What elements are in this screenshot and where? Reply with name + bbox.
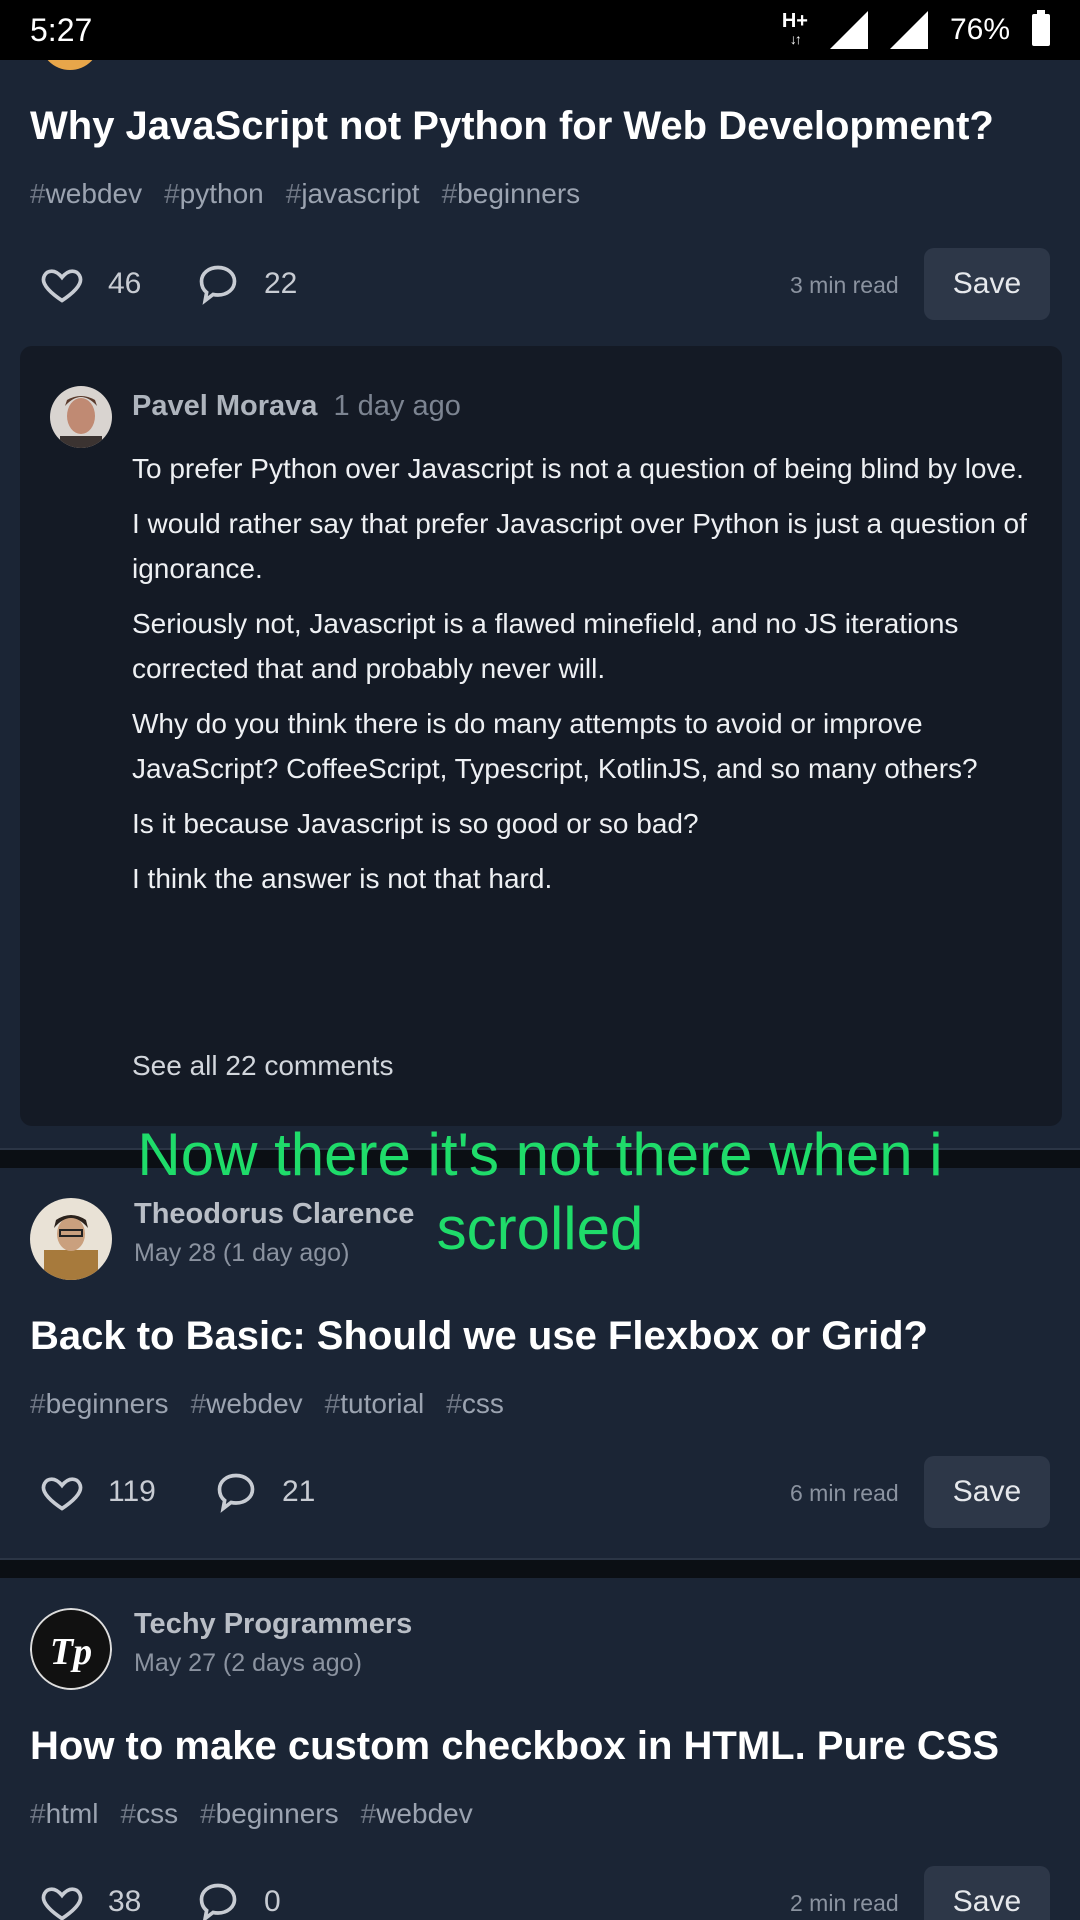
like-count: 38 <box>108 1885 142 1918</box>
comment-paragraph: To prefer Python over Javascript is not … <box>132 453 1024 484</box>
comment-paragraph: I would rather say that prefer Javascrip… <box>132 508 1027 584</box>
network-type-icon: H+ ↓↑ <box>781 10 808 47</box>
comment-preview[interactable]: Pavel Morava 1 day ago To prefer Python … <box>20 346 1062 1126</box>
avatar[interactable] <box>50 386 112 448</box>
post-date: May 27 (2 days ago) <box>134 1649 362 1677</box>
battery-icon <box>1032 10 1050 46</box>
signal-icon-2 <box>889 11 928 49</box>
comment-body: To prefer Python over Javascript is not … <box>132 446 1042 911</box>
tag-list: html css beginners webdev <box>30 1798 473 1830</box>
comment-date: 1 day ago <box>333 390 461 422</box>
comment-header: Pavel Morava 1 day ago <box>132 390 461 423</box>
read-time: 6 min read <box>790 1480 899 1506</box>
tag-link[interactable]: webdev <box>30 178 143 210</box>
status-icons: H+ ↓↑ 76% <box>781 10 1050 49</box>
post-title[interactable]: Back to Basic: Should we use Flexbox or … <box>30 1314 928 1359</box>
post-title[interactable]: Why JavaScript not Python for Web Develo… <box>30 104 994 149</box>
save-button[interactable]: Save <box>924 1866 1050 1920</box>
heart-icon <box>41 1477 83 1511</box>
comment-icon <box>217 1473 255 1513</box>
annotation-line-1: Now there it's not there when i <box>137 1121 943 1188</box>
read-time: 3 min read <box>790 272 899 298</box>
see-all-comments-link[interactable]: See all 22 comments <box>132 1050 393 1082</box>
comment-icon <box>199 265 237 305</box>
save-button[interactable]: Save <box>924 248 1050 320</box>
post-actions: 119 21 6 min read Save <box>0 1452 1080 1532</box>
post-actions: 46 22 3 min read Save <box>0 244 1080 324</box>
comment-paragraph: Seriously not, Javascript is a flawed mi… <box>132 608 959 684</box>
status-time: 5:27 <box>30 11 93 48</box>
divider <box>0 1558 1080 1578</box>
post-actions: 38 0 2 min read Save <box>0 1862 1080 1920</box>
post-author[interactable]: Tp Techy Programmers May 27 (2 days ago) <box>30 1608 412 1690</box>
svg-text:Tp: Tp <box>50 1631 92 1673</box>
like-button[interactable]: 38 <box>40 1880 141 1920</box>
comment-count: 0 <box>264 1885 281 1918</box>
like-button[interactable]: 119 <box>40 1470 156 1514</box>
comment-paragraph: I think the answer is not that hard. <box>132 863 553 894</box>
tag-link[interactable]: webdev <box>191 1388 303 1420</box>
comment-author[interactable]: Pavel Morava <box>132 390 317 422</box>
tag-link[interactable]: beginners <box>442 178 580 210</box>
heart-icon <box>41 269 83 303</box>
annotation-overlay: Now there it's not there when i scrolled <box>0 1118 1080 1266</box>
post-card-3[interactable]: Tp Techy Programmers May 27 (2 days ago)… <box>0 1578 1080 1920</box>
status-bar: 5:27 H+ ↓↑ 76% <box>0 0 1080 60</box>
save-button[interactable]: Save <box>924 1456 1050 1528</box>
post-card-1[interactable]: Why JavaScript not Python for Web Develo… <box>0 30 1080 1148</box>
comment-button[interactable]: 22 <box>196 262 297 306</box>
network-type-label: H+ <box>781 10 808 32</box>
like-button[interactable]: 46 <box>40 262 141 306</box>
tag-link[interactable]: beginners <box>200 1798 339 1830</box>
author-name[interactable]: Techy Programmers <box>134 1608 412 1641</box>
battery-percent: 76% <box>949 13 1010 46</box>
avatar[interactable]: Tp <box>30 1608 112 1690</box>
tag-link[interactable]: css <box>446 1388 504 1420</box>
read-time: 2 min read <box>790 1890 899 1916</box>
signal-icon <box>829 11 868 49</box>
comment-paragraph: Is it because Javascript is so good or s… <box>132 808 699 839</box>
like-count: 46 <box>108 267 142 300</box>
tag-list: webdev python javascript beginners <box>30 178 581 210</box>
post-title[interactable]: How to make custom checkbox in HTML. Pur… <box>30 1724 999 1769</box>
tag-list: beginners webdev tutorial css <box>30 1388 504 1420</box>
annotation-line-2: scrolled <box>436 1195 644 1262</box>
comment-paragraph: Why do you think there is do many attemp… <box>132 708 978 784</box>
tag-link[interactable]: python <box>164 178 264 210</box>
comment-button[interactable]: 21 <box>214 1470 315 1514</box>
like-count: 119 <box>108 1475 156 1508</box>
comment-button[interactable]: 0 <box>196 1880 281 1920</box>
tag-link[interactable]: beginners <box>30 1388 169 1420</box>
tag-link[interactable]: javascript <box>286 178 419 210</box>
comment-count: 21 <box>282 1475 316 1508</box>
tag-link[interactable]: webdev <box>361 1798 473 1830</box>
tag-link[interactable]: tutorial <box>325 1388 424 1420</box>
comment-count: 22 <box>264 267 298 300</box>
tag-link[interactable]: html <box>30 1798 99 1830</box>
comment-icon <box>199 1883 237 1920</box>
tag-link[interactable]: css <box>120 1798 178 1830</box>
heart-icon <box>41 1887 83 1920</box>
